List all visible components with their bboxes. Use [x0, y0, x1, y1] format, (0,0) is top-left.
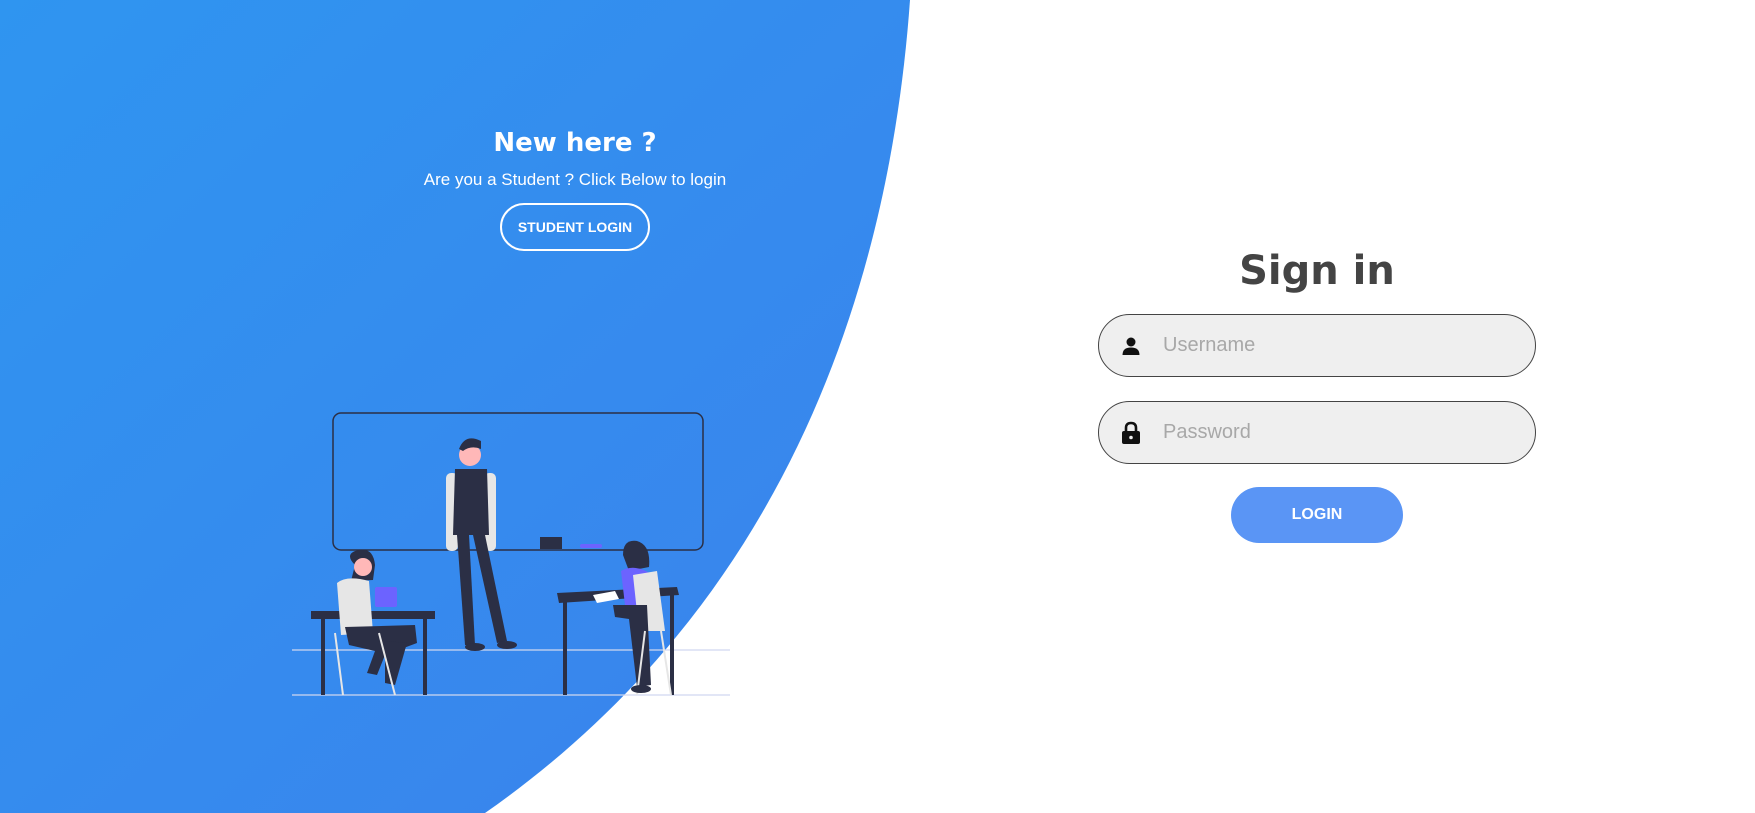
- new-here-title: New here ?: [493, 128, 657, 158]
- student-login-button[interactable]: STUDENT LOGIN: [500, 203, 650, 251]
- signin-form: Sign in LOGIN: [1098, 248, 1536, 543]
- username-input[interactable]: [1163, 315, 1535, 376]
- user-icon: [1099, 336, 1163, 356]
- new-here-panel: New here ? Are you a Student ? Click Bel…: [380, 128, 770, 251]
- password-input[interactable]: [1163, 402, 1535, 463]
- lock-icon: [1099, 421, 1163, 445]
- classroom-illustration: [292, 412, 730, 696]
- password-field[interactable]: [1098, 401, 1536, 464]
- signin-title: Sign in: [1239, 248, 1395, 294]
- login-page: New here ? Are you a Student ? Click Bel…: [0, 0, 1755, 813]
- login-button[interactable]: LOGIN: [1231, 487, 1403, 543]
- username-field[interactable]: [1098, 314, 1536, 377]
- new-here-subtitle: Are you a Student ? Click Below to login: [423, 170, 727, 189]
